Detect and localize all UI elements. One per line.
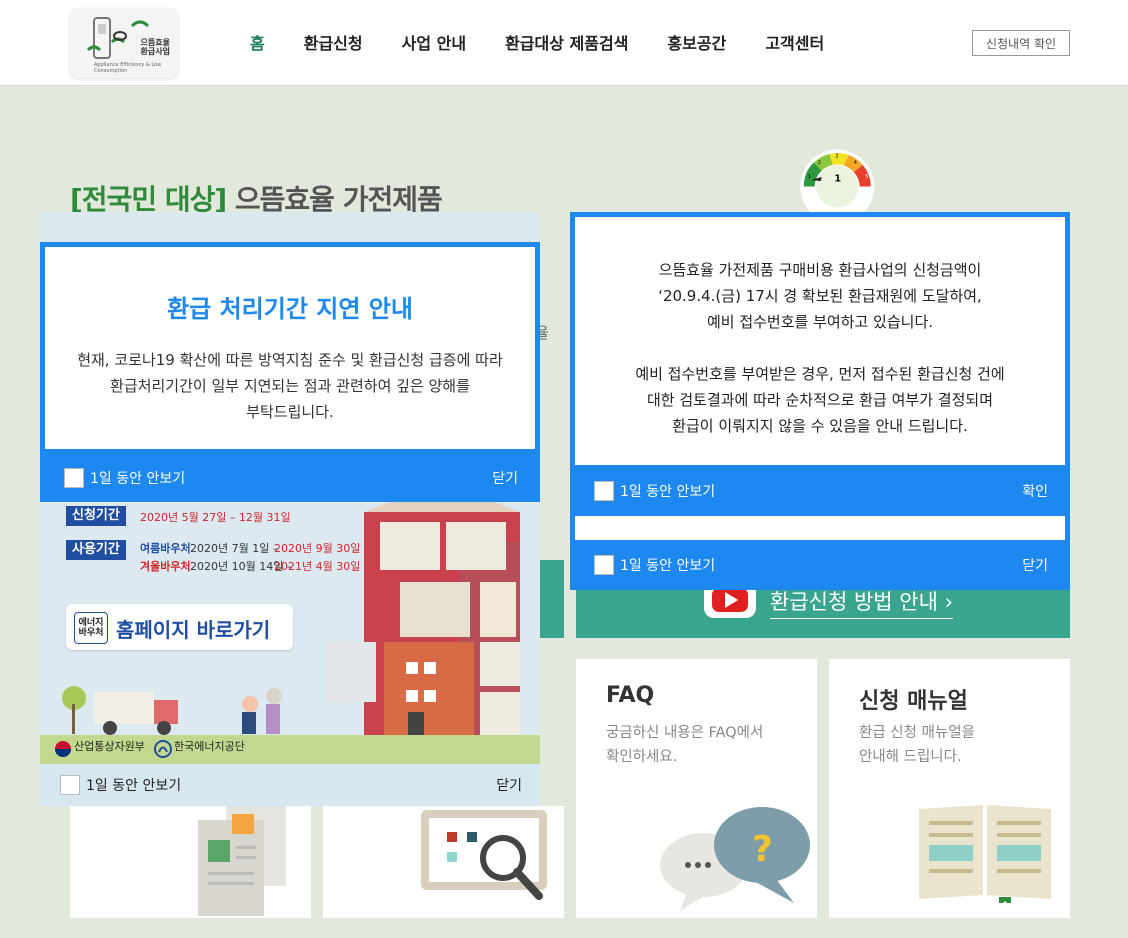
voucher-popup-footer: 1일 동안 안보기 닫기 (40, 764, 540, 806)
open-book-icon (919, 805, 1051, 903)
efficiency-gauge-icon: 1 2 3 4 5 1 (800, 149, 875, 218)
budget-dont-show-label: 1일 동안 안보기 (620, 484, 716, 500)
underlying-popup-footer: 1일 동안 안보기 닫기 (570, 540, 1070, 590)
delay-notice-content: 환급 처리기간 지연 안내 현재, 코로나19 확산에 따른 방역지침 준수 및… (40, 242, 540, 454)
faq-card-title: FAQ (606, 683, 655, 708)
main-nav: 홈 환급신청 사업 안내 환급대상 제품검색 홍보공간 고객센터 (250, 30, 863, 54)
nav-product-search[interactable]: 환급대상 제품검색 (505, 30, 628, 54)
documents-icon (198, 806, 286, 916)
delay-notice-dont-show-checkbox[interactable] (64, 468, 84, 488)
voucher-apply-label: 신청기간 (66, 506, 126, 526)
underlying-dont-show-label: 1일 동안 안보기 (620, 558, 716, 574)
budget-notice-line6: 대한 검토결과에 따라 순차적으로 환급 여부가 결정되며 (646, 391, 993, 409)
check-application-button[interactable]: 신청내역 확인 (972, 30, 1070, 56)
faq-card-desc-line2: 확인하세요. (606, 749, 678, 765)
budget-notice-line2: ‘20.9.4.(금) 17시 경 확보된 환급재원에 도달하여, (658, 287, 982, 305)
energy-voucher-banner[interactable]: 신청기간 2020년 5월 27일 – 12월 31일 사용기간 여름바우처 2… (40, 502, 540, 764)
banner-left-edge (540, 560, 564, 638)
badge-line2: 바우처 (78, 628, 104, 638)
speech-bubbles-icon: ? (660, 807, 810, 911)
budget-dont-show-option[interactable]: 1일 동안 안보기 (594, 481, 715, 501)
energy-agency-label: 한국에너지공단 (174, 740, 245, 753)
nav-home[interactable]: 홈 (250, 30, 265, 54)
energy-voucher-popup: 신청기간 2020년 5월 27일 – 12월 31일 사용기간 여름바우처 2… (40, 502, 540, 806)
voucher-apply-period: 2020년 5월 27일 – 12월 31일 (140, 511, 291, 524)
gauge-label-5: 5 (865, 174, 868, 180)
logo-subtext: Appliance Efficiency & Low Consumption (94, 62, 162, 74)
nav-business-info[interactable]: 사업 안내 (402, 30, 466, 54)
voucher-close-button[interactable]: 닫기 (496, 775, 522, 795)
manual-card-desc-line1: 환급 신청 매뉴얼을 (859, 725, 975, 741)
card-left-1[interactable] (70, 806, 311, 918)
manual-card[interactable]: 신청 매뉴얼 환급 신청 매뉴얼을 안내해 드립니다. (829, 659, 1070, 918)
budget-notice-line1: 으뜸효율 가전제품 구매비용 환급사업의 신청금액이 (658, 261, 982, 279)
voucher-summer-start: 2020년 7월 1일 – (190, 542, 279, 555)
delay-notice-popup: 환급 처리기간 지연 안내 현재, 코로나19 확산에 따른 방역지침 준수 및… (40, 212, 540, 502)
budget-confirm-button[interactable]: 확인 (1022, 481, 1048, 501)
house-illustration-icon (326, 502, 520, 737)
budget-notice-line3: 예비 접수번호를 부여하고 있습니다. (706, 313, 934, 331)
gauge-center-label: 1 (834, 174, 841, 185)
budget-notice-popup: 으뜸효율 가전제품 구매비용 환급사업의 신청금액이 ‘20.9.4.(금) 1… (570, 212, 1070, 590)
refund-guide-link[interactable]: 환급신청 방법 안내 › (770, 586, 953, 619)
gauge-label-4: 4 (854, 160, 857, 166)
voucher-summer-label: 여름바우처 (140, 542, 191, 555)
manual-card-title: 신청 매뉴얼 (859, 689, 968, 714)
badge-line1: 에너지 (78, 618, 104, 628)
faq-card-desc-line1: 궁금하신 내용은 FAQ에서 (606, 725, 764, 741)
gauge-label-3: 3 (835, 154, 838, 160)
nav-apply-refund[interactable]: 환급신청 (304, 30, 363, 54)
voucher-dont-show-label: 1일 동안 안보기 (86, 778, 182, 794)
budget-notice-footer: 1일 동안 안보기 확인 (570, 466, 1070, 516)
truck-and-trees-icon (62, 686, 282, 735)
nav-customer-center[interactable]: 고객센터 (765, 30, 824, 54)
budget-notice-blank (575, 335, 1065, 361)
play-icon (725, 592, 738, 608)
delay-notice-title: 환급 처리기간 지연 안내 (167, 295, 413, 323)
budget-dont-show-checkbox[interactable] (594, 481, 614, 501)
delay-notice-dont-show-option[interactable]: 1일 동안 안보기 (64, 468, 185, 488)
underlying-popup-sliver (575, 516, 1065, 540)
ministry-label: 산업통상자원부 (74, 740, 145, 753)
voucher-use-label: 사용기간 (66, 540, 126, 560)
budget-notice-content: 으뜸효율 가전제품 구매비용 환급사업의 신청금액이 ‘20.9.4.(금) 1… (575, 217, 1065, 465)
budget-notice-line7: 환급이 이뤄지지 않을 수 있음을 안내 드립니다. (672, 417, 968, 435)
energy-agency-logo-icon (154, 740, 172, 758)
underlying-dont-show-checkbox[interactable] (594, 555, 614, 575)
gauge-label-2: 2 (818, 160, 821, 166)
card-left-2[interactable] (323, 806, 564, 918)
logo-text-line1: 으뜸효율 (140, 38, 170, 47)
voucher-homepage-button[interactable]: 에너지 바우처 홈페이지 바로가기 (66, 604, 293, 650)
voucher-winter-end: 2021년 4월 30일 (274, 560, 361, 573)
faq-card[interactable]: FAQ 궁금하신 내용은 FAQ에서 확인하세요. ? (576, 659, 817, 918)
manual-card-desc-line2: 안내해 드립니다. (859, 749, 962, 765)
delay-notice-close-button[interactable]: 닫기 (492, 468, 518, 488)
delay-notice-footer: 1일 동안 안보기 닫기 (40, 454, 540, 502)
delay-notice-line2: 환급처리기간이 일부 지연되는 점과 관련하여 깊은 양해를 (110, 377, 470, 395)
underlying-dont-show-option[interactable]: 1일 동안 안보기 (594, 555, 715, 575)
voucher-summer-end: 2020년 9월 30일 (274, 542, 361, 555)
voucher-dont-show-option[interactable]: 1일 동안 안보기 (60, 775, 181, 795)
site-header: 으뜸효율 환급사업 Appliance Efficiency & Low Con… (0, 0, 1128, 86)
underlying-close-button[interactable]: 닫기 (1022, 555, 1048, 575)
voucher-homepage-label: 홈페이지 바로가기 (116, 618, 271, 642)
energy-voucher-badge-icon: 에너지 바우처 (74, 612, 108, 644)
site-logo[interactable]: 으뜸효율 환급사업 Appliance Efficiency & Low Con… (70, 8, 178, 78)
product-search-icon (421, 810, 547, 900)
nav-promotion[interactable]: 홍보공간 (667, 30, 726, 54)
korea-emblem-icon (55, 741, 71, 757)
voucher-dont-show-checkbox[interactable] (60, 775, 80, 795)
voucher-winter-label: 겨울바우처 (140, 560, 191, 573)
budget-notice-line5: 예비 접수번호를 부여받은 경우, 먼저 접수된 환급신청 건에 (635, 365, 1005, 383)
delay-notice-line3: 부탁드립니다. (246, 403, 334, 421)
svg-text:?: ? (752, 829, 773, 870)
delay-notice-line1: 현재, 코로나19 확산에 따른 방역지침 준수 및 환급신청 급증에 따라 (77, 351, 503, 369)
logo-text-line2: 환급사업 (140, 47, 170, 56)
gauge-label-1: 1 (808, 174, 811, 180)
delay-notice-dont-show-label: 1일 동안 안보기 (90, 471, 186, 487)
